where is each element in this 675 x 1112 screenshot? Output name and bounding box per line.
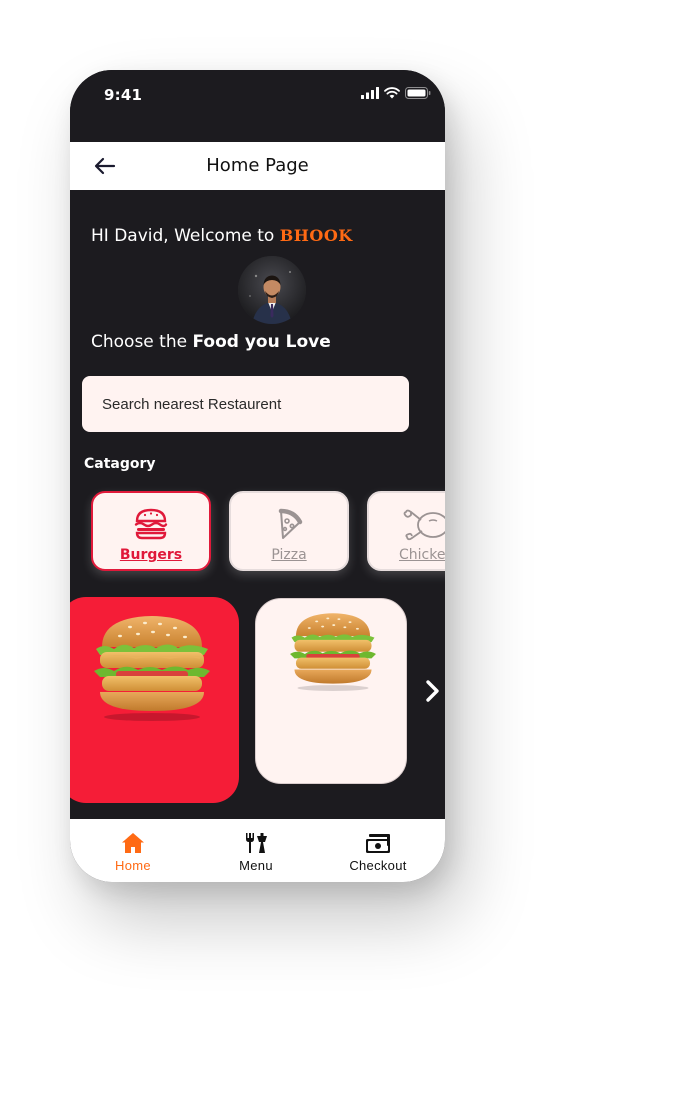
product-card-selected[interactable]: [70, 597, 239, 803]
status-time: 9:41: [104, 86, 143, 104]
burger-icon: [93, 508, 209, 542]
category-label-pizza: Pizza: [271, 547, 307, 563]
chevron-right-icon[interactable]: [422, 676, 442, 706]
bottom-nav: Home Menu Checkout: [70, 819, 445, 882]
nav-label-checkout: Checkout: [349, 858, 407, 873]
search-input[interactable]: [82, 376, 409, 432]
tagline-highlight: Food you Love: [192, 332, 331, 352]
burger-image: [290, 613, 376, 691]
category-card-pizza[interactable]: Pizza: [229, 491, 349, 571]
greeting-text: HI David, Welcome to BHOOK: [91, 226, 353, 246]
pizza-icon: [231, 508, 347, 542]
greeting-prefix: HI David, Welcome to: [91, 226, 280, 246]
page-title: Home Page: [206, 155, 309, 176]
brand-name: BHOOK: [279, 226, 353, 245]
nav-label-home: Home: [115, 858, 151, 873]
signal-icon: [361, 87, 379, 99]
home-icon: [78, 831, 188, 855]
category-heading: Catagory: [84, 456, 156, 472]
battery-icon: [405, 87, 431, 99]
status-icons: [361, 87, 431, 99]
user-avatar-image: [238, 256, 306, 324]
fork-knife-icon: [201, 831, 311, 855]
cash-icon: [323, 831, 433, 855]
chicken-icon: [369, 508, 445, 542]
nav-item-menu[interactable]: Menu: [201, 831, 311, 873]
nav-item-home[interactable]: Home: [78, 831, 188, 873]
category-label-chicken: Chicken: [399, 547, 445, 563]
burger-image: [94, 616, 210, 721]
nav-item-checkout[interactable]: Checkout: [323, 831, 433, 873]
status-bar: 9:41: [70, 70, 445, 142]
tagline-text: Choose the Food you Love: [91, 332, 331, 352]
category-card-chicken[interactable]: Chicken: [367, 491, 445, 571]
wifi-icon: [384, 87, 400, 99]
product-card[interactable]: [255, 598, 407, 784]
category-label-burgers: Burgers: [119, 547, 183, 563]
phone-frame: 9:41 Home Page HI David, Welcome to BHOO…: [70, 70, 445, 882]
tagline-prefix: Choose the: [91, 332, 193, 352]
avatar[interactable]: [238, 256, 306, 324]
app-bar: Home Page: [70, 142, 445, 190]
nav-label-menu: Menu: [239, 858, 273, 873]
category-card-burgers[interactable]: Burgers: [91, 491, 211, 571]
